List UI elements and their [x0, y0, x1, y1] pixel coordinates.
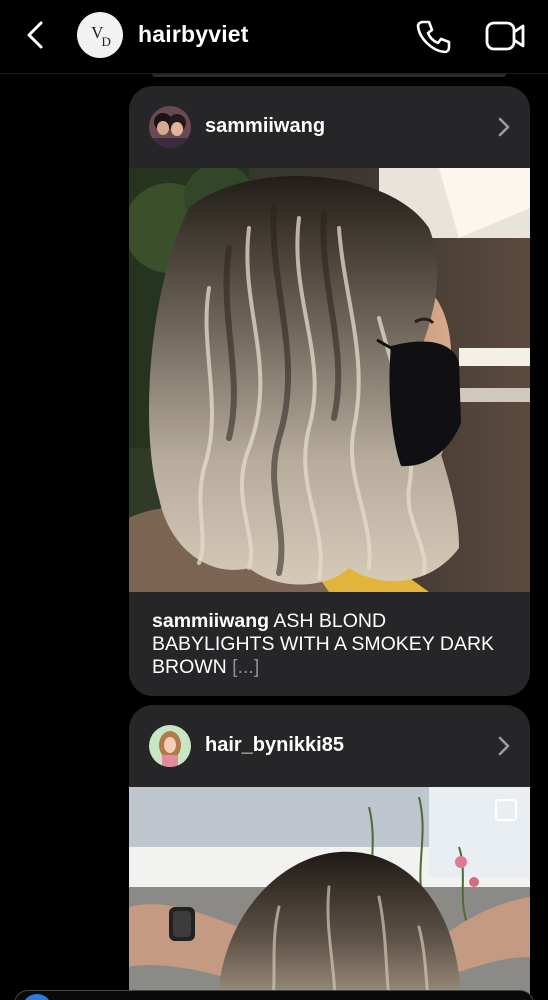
phone-icon [416, 20, 451, 54]
caption-more[interactable]: [...] [232, 656, 259, 678]
video-call-button[interactable] [484, 17, 526, 55]
previous-message-edge [152, 74, 506, 77]
post-header[interactable]: sammiiwang [129, 86, 530, 168]
video-camera-icon [485, 21, 525, 51]
post-header[interactable]: hair_bynikki85 [129, 705, 530, 787]
chevron-left-icon [27, 21, 43, 49]
post-author-username[interactable]: hair_bynikki85 [205, 734, 344, 757]
post-author-avatar [149, 106, 191, 148]
chevron-right-icon[interactable] [496, 116, 512, 138]
post-image[interactable] [129, 163, 530, 592]
contact-username[interactable]: hairbyviet [138, 21, 249, 48]
select-checkbox[interactable] [495, 799, 517, 821]
post-author-username[interactable]: sammiiwang [205, 115, 325, 138]
shared-post-card[interactable]: hair_bynikki85 [129, 705, 530, 1000]
post-author-avatar [149, 725, 191, 767]
message-composer[interactable] [14, 990, 534, 1000]
back-button[interactable] [18, 18, 52, 52]
post-caption[interactable]: sammiiwang ASH BLOND BABYLIGHTS WITH A S… [152, 610, 512, 679]
caption-username: sammiiwang [152, 610, 270, 632]
avatar-monogram: VD [91, 23, 111, 49]
audio-call-button[interactable] [414, 17, 452, 55]
contact-avatar[interactable]: VD [77, 12, 123, 58]
post-image[interactable] [129, 787, 530, 1000]
chevron-right-icon[interactable] [496, 735, 512, 757]
chat-header: VD hairbyviet [0, 0, 548, 74]
shared-post-card[interactable]: sammiiwang sammiiwang ASH BLOND BABYLIGH… [129, 86, 530, 696]
